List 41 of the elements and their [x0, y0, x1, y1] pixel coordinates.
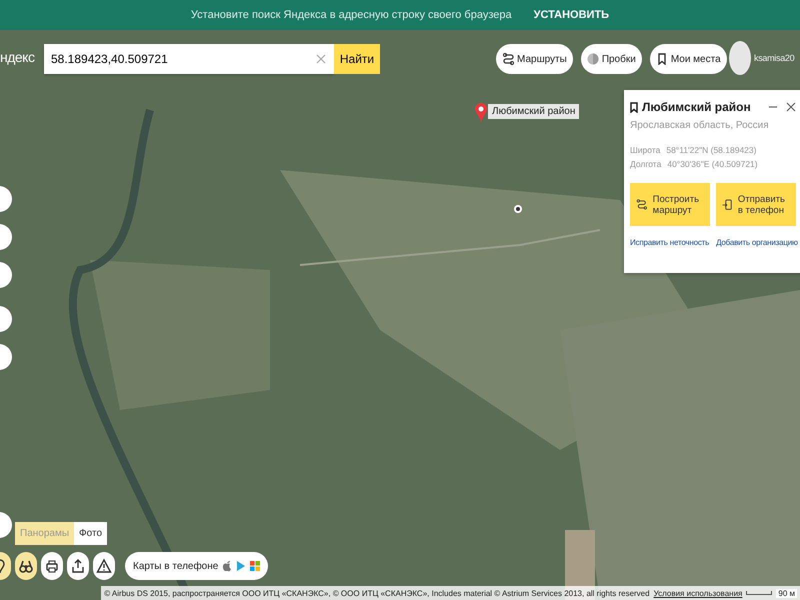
apple-icon[interactable] — [222, 560, 232, 572]
nav-button[interactable]: Мои места — [650, 44, 727, 74]
nav-button[interactable]: Маршруты — [496, 44, 573, 74]
coordinate-label: Долгота — [630, 159, 662, 169]
bookmark-icon[interactable] — [630, 102, 638, 112]
bookmark-icon — [656, 53, 668, 65]
promo-text: Карты в телефоне — [133, 560, 218, 572]
windows-icon[interactable] — [250, 561, 260, 571]
card-link[interactable]: Добавить организацию — [716, 238, 798, 247]
scale-bar — [746, 591, 772, 595]
route-icon — [502, 53, 514, 65]
scale-label: 90 м — [776, 588, 797, 598]
card-link[interactable]: Исправить неточность — [630, 238, 710, 247]
traffic-icon — [586, 53, 599, 65]
warning-icon — [96, 558, 112, 574]
map-pin-icon[interactable] — [474, 102, 488, 124]
user-name[interactable]: ksamisa20 — [754, 53, 794, 63]
attribution-text: © Airbus DS 2015, распространяется ООО ИТЦ «СКАНЭКС», © ООО ИТЦ «СКАНЭКС», Includes material © Astrium Services 2013, all rights reserved — [104, 588, 650, 598]
phone-promo-button[interactable]: Карты в телефоне — [125, 552, 268, 580]
search-field[interactable]: 58.189423,40.509721 — [44, 44, 334, 74]
install-link[interactable]: УСТАНОВИТЬ — [534, 9, 610, 21]
play-icon[interactable] — [236, 560, 246, 572]
binoculars-icon — [18, 558, 34, 574]
marker-label: Любимский район — [488, 104, 580, 119]
satellite-map[interactable] — [0, 30, 800, 600]
coordinate-label: Широта — [630, 145, 660, 155]
search-button[interactable]: Найти — [334, 44, 380, 74]
place-region: Ярославская область, Россия — [630, 120, 770, 131]
close-icon[interactable] — [786, 102, 796, 112]
place-title: Любимский район — [642, 100, 751, 114]
printer-icon — [44, 558, 60, 574]
logo-text[interactable]: ндекс — [0, 49, 34, 65]
action-button[interactable]: Построить маршрут — [630, 183, 710, 226]
location-point-icon — [513, 204, 523, 214]
share-icon — [70, 558, 86, 574]
banner-text: Установите поиск Яндекса в адресную строку своего браузера — [190, 9, 512, 21]
coordinate-value: 58°11'22"N (58.189423) — [666, 145, 756, 155]
action-button[interactable]: Отправить в телефон — [716, 183, 796, 226]
terms-link[interactable]: Условия использования — [654, 588, 742, 598]
nav-button[interactable]: Пробки — [580, 44, 642, 74]
coordinate-value: 40°30'36"E (40.509721) — [667, 159, 758, 169]
